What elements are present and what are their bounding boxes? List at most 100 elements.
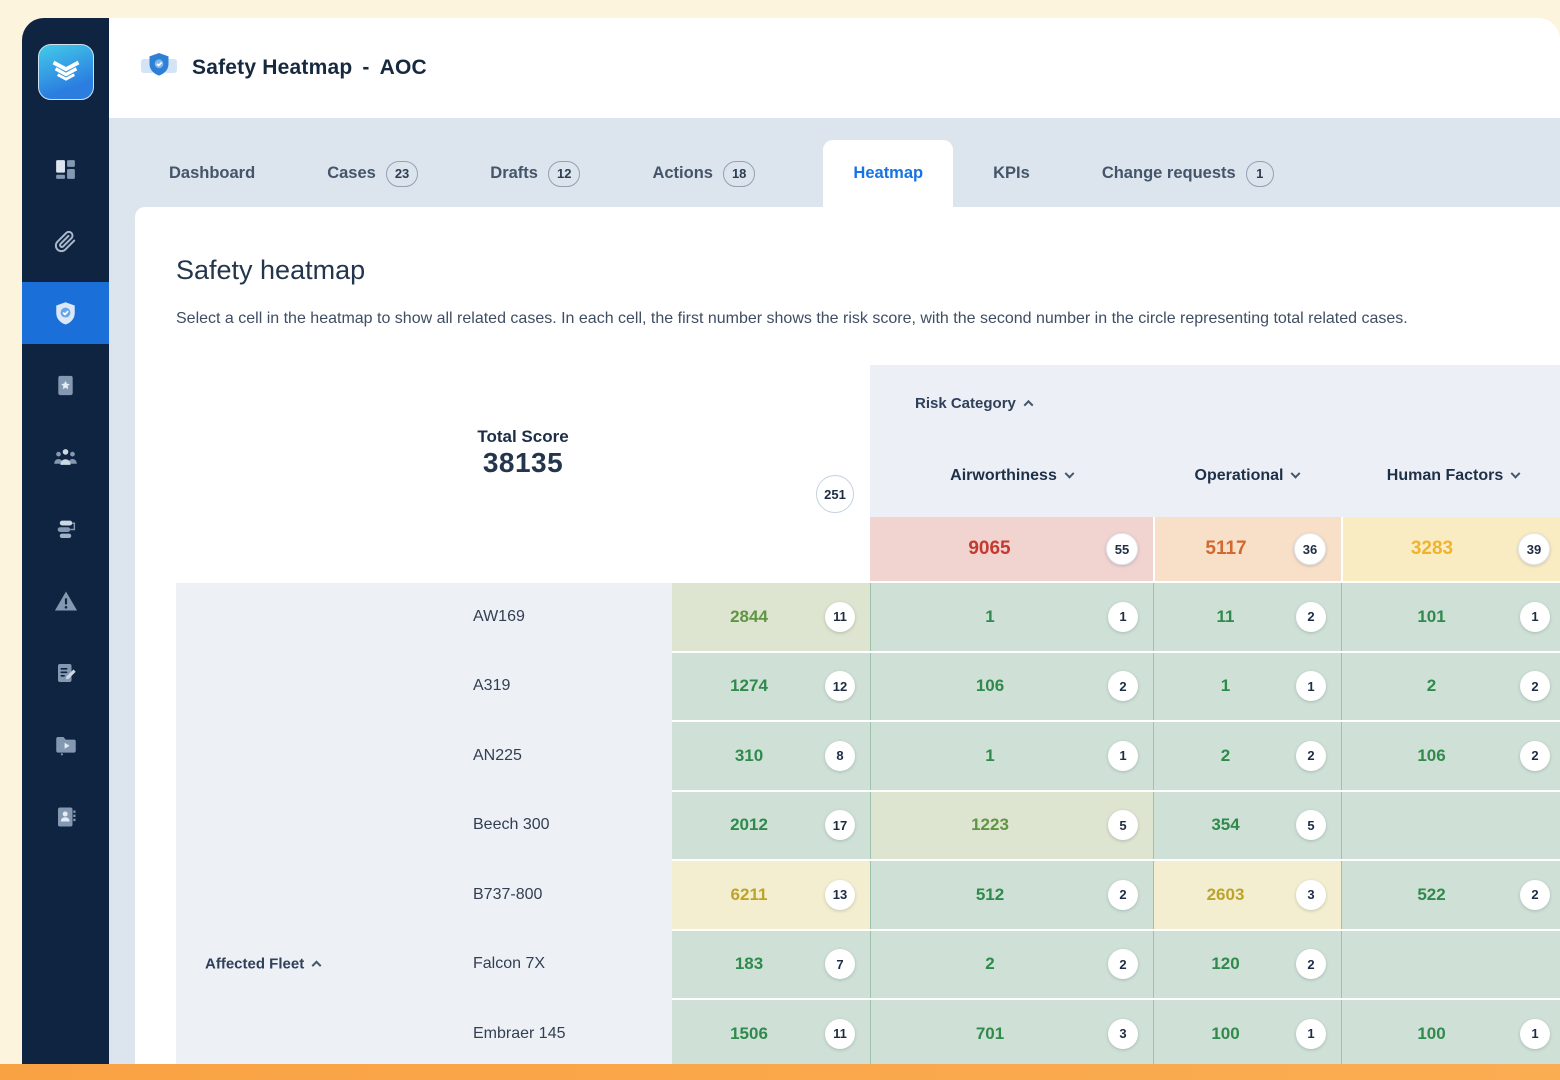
heatmap-cell[interactable]: 512 2 <box>870 861 1153 929</box>
fleet-total-cell[interactable]: 310 8 <box>672 722 870 790</box>
fleet-name: B737-800 <box>473 886 542 904</box>
heatmap-cell[interactable]: 2603 3 <box>1153 861 1341 929</box>
cell-cases-badge: 3 <box>1296 880 1326 910</box>
tab-dashboard[interactable]: Dashboard <box>165 140 259 207</box>
cell-cases-badge: 12 <box>825 671 855 701</box>
sidebar-item-documents[interactable] <box>22 642 109 704</box>
chevron-down-icon <box>1291 468 1301 478</box>
heatmap-cell[interactable]: 1 1 <box>870 583 1153 651</box>
cell-score: 1 <box>871 607 1109 627</box>
chevron-down-icon <box>1511 468 1521 478</box>
heatmap-cell[interactable]: 120 2 <box>1153 931 1341 999</box>
cell-cases-badge: 8 <box>825 741 855 771</box>
fleet-name: Embraer 145 <box>473 1025 566 1043</box>
heatmap-cell[interactable]: 522 2 <box>1341 861 1560 929</box>
heatmap-cell[interactable]: 1 1 <box>870 722 1153 790</box>
heatmap-cell[interactable]: 101 1 <box>1341 583 1560 651</box>
app-logo[interactable] <box>38 44 94 100</box>
sidebar-item-workflows[interactable] <box>22 498 109 560</box>
heatmap-cell[interactable]: 2 2 <box>1341 653 1560 721</box>
cell-cases-badge: 2 <box>1296 949 1326 979</box>
cell-score: 1223 <box>871 815 1109 835</box>
chevron-up-icon <box>312 960 322 970</box>
heatmap-cell[interactable]: 106 2 <box>870 653 1153 721</box>
heatmap-cell[interactable]: 2 2 <box>870 931 1153 999</box>
total-score-block: Total Score 38135 <box>176 365 870 517</box>
tab-drafts[interactable]: Drafts 12 <box>486 140 584 207</box>
tab-badge: 23 <box>386 161 418 187</box>
section-description: Select a cell in the heatmap to show all… <box>176 308 1448 330</box>
shield-check-icon <box>52 300 79 327</box>
cell-score: 6211 <box>672 885 826 905</box>
sidebar-item-dashboard[interactable] <box>22 138 109 200</box>
table-row: 310 8 1 1 2 2 106 2 <box>672 722 1560 790</box>
title-separator: - <box>362 56 369 79</box>
cell-score: 100 <box>1154 1024 1297 1044</box>
tab-kpis[interactable]: KPIs <box>989 140 1034 207</box>
column-total-cell[interactable]: 3283 39 <box>1341 517 1560 581</box>
page-title: Safety Heatmap-AOC <box>192 56 427 80</box>
heatmap-cell[interactable]: 701 3 <box>870 1000 1153 1064</box>
sidebar-item-attachments[interactable] <box>22 210 109 272</box>
heatmap-cell[interactable]: 1223 5 <box>870 792 1153 860</box>
column-total-cell[interactable]: 5117 36 <box>1153 517 1341 581</box>
tab-actions[interactable]: Actions 18 <box>648 140 759 207</box>
total-score-value: 38135 <box>176 447 870 479</box>
fleet-total-cell[interactable]: 6211 13 <box>672 861 870 929</box>
cell-cases-badge: 1 <box>1108 741 1138 771</box>
tab-change-requests[interactable]: Change requests 1 <box>1098 140 1278 207</box>
fleet-total-cell[interactable]: 183 7 <box>672 931 870 999</box>
fleet-total-cell[interactable]: 1506 11 <box>672 1000 870 1064</box>
fleet-total-cell[interactable]: 1274 12 <box>672 653 870 721</box>
risk-category-header: Risk Category Airworthiness Operational … <box>870 365 1560 517</box>
cell-score: 101 <box>1342 607 1521 627</box>
column-header-airworthiness[interactable]: Airworthiness <box>870 465 1153 487</box>
heatmap-cell[interactable]: 354 5 <box>1153 792 1341 860</box>
table-row: 6211 13 512 2 2603 3 522 <box>672 861 1560 929</box>
affected-fleet-sort[interactable]: Affected Fleet <box>205 956 320 973</box>
tab-badge: 12 <box>548 161 580 187</box>
cell-score: 11 <box>1154 607 1297 627</box>
heatmap-cell[interactable]: 100 1 <box>1153 1000 1341 1064</box>
sidebar-item-reports[interactable] <box>22 354 109 416</box>
sidebar-item-alerts[interactable] <box>22 570 109 632</box>
heatmap-cell[interactable]: 1 1 <box>1153 653 1341 721</box>
tab-badge: 1 <box>1246 161 1274 187</box>
cell-cases-badge: 2 <box>1520 671 1550 701</box>
cell-score: 512 <box>871 885 1109 905</box>
heatmap-cell[interactable] <box>1341 792 1560 860</box>
cell-score: 522 <box>1342 885 1521 905</box>
heatmap-cell[interactable]: 106 2 <box>1341 722 1560 790</box>
frame-bottom-bar <box>0 1064 1560 1080</box>
chevron-up-icon <box>1023 400 1033 410</box>
cell-cases-badge: 1 <box>1520 1019 1550 1049</box>
cell-cases-badge: 1 <box>1520 602 1550 632</box>
chevron-down-icon <box>1064 468 1074 478</box>
cell-cases-badge: 5 <box>1296 810 1326 840</box>
stack-icon <box>53 517 78 542</box>
column-header-operational[interactable]: Operational <box>1153 465 1341 487</box>
column-header-human-factors[interactable]: Human Factors <box>1341 465 1560 487</box>
table-row: 2012 17 1223 5 354 5 <box>672 792 1560 860</box>
sidebar-item-media[interactable] <box>22 714 109 776</box>
cell-cases-badge: 7 <box>825 949 855 979</box>
sidebar-item-team[interactable] <box>22 426 109 488</box>
cell-score: 2 <box>871 954 1109 974</box>
heatmap-cell[interactable]: 2 2 <box>1153 722 1341 790</box>
heatmap-cell[interactable]: 100 1 <box>1341 1000 1560 1064</box>
cell-score: 701 <box>871 1024 1109 1044</box>
safety-shield-icon <box>140 51 178 85</box>
risk-category-sort[interactable]: Risk Category <box>915 395 1032 412</box>
cell-score: 2844 <box>672 607 826 627</box>
fleet-total-cell[interactable]: 2844 11 <box>672 583 870 651</box>
column-total-cell[interactable]: 9065 55 <box>870 517 1153 581</box>
heatmap-table: Total Score 38135 2 5 1 Risk Category Airw… <box>176 365 1560 1064</box>
cell-score: 183 <box>672 954 826 974</box>
tab-heatmap[interactable]: Heatmap <box>823 140 953 207</box>
sidebar-item-contacts[interactable] <box>22 786 109 848</box>
tab-cases[interactable]: Cases 23 <box>323 140 422 207</box>
heatmap-cell[interactable] <box>1341 931 1560 999</box>
fleet-total-cell[interactable]: 2012 17 <box>672 792 870 860</box>
sidebar-item-safety[interactable] <box>22 282 109 344</box>
heatmap-cell[interactable]: 11 2 <box>1153 583 1341 651</box>
